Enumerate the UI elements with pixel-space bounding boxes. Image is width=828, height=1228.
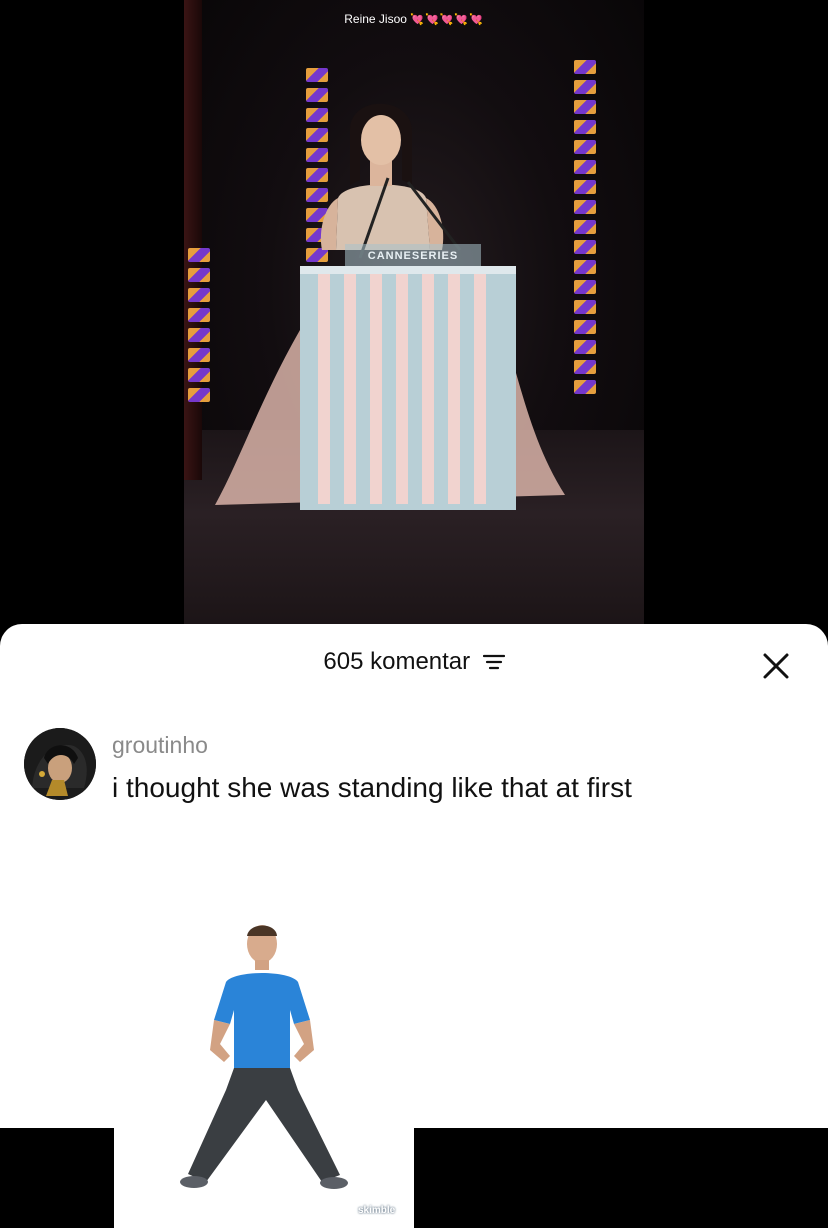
video-title: Reine Jisoo 💘💘💘💘💘: [0, 12, 828, 26]
filter-lines-icon[interactable]: [482, 653, 505, 671]
comment-username[interactable]: groutinho: [112, 732, 208, 759]
podium-logo-text: CANNESERIES: [367, 250, 459, 262]
comment-text: i thought she was standing like that at …: [112, 772, 632, 803]
video-title-text: Reine Jisoo: [344, 12, 407, 26]
video-player[interactable]: Reine Jisoo 💘💘💘💘💘 CANNESERIES: [0, 0, 828, 640]
presenter-at-podium-image: [215, 103, 565, 510]
avatar[interactable]: [24, 728, 96, 800]
video-title-hearts: 💘💘💘💘💘: [410, 14, 484, 26]
image-watermark: skimble: [358, 1205, 396, 1216]
close-icon[interactable]: [762, 652, 790, 680]
comment-count: 605 komentar: [323, 648, 471, 675]
comment-attached-image[interactable]: skimble: [114, 920, 414, 1228]
standing-man-image: [114, 920, 414, 1228]
comments-sheet: 605 komentar groutinho i thought she was…: [0, 624, 828, 1228]
comments-header: 605 komentar: [0, 648, 828, 682]
